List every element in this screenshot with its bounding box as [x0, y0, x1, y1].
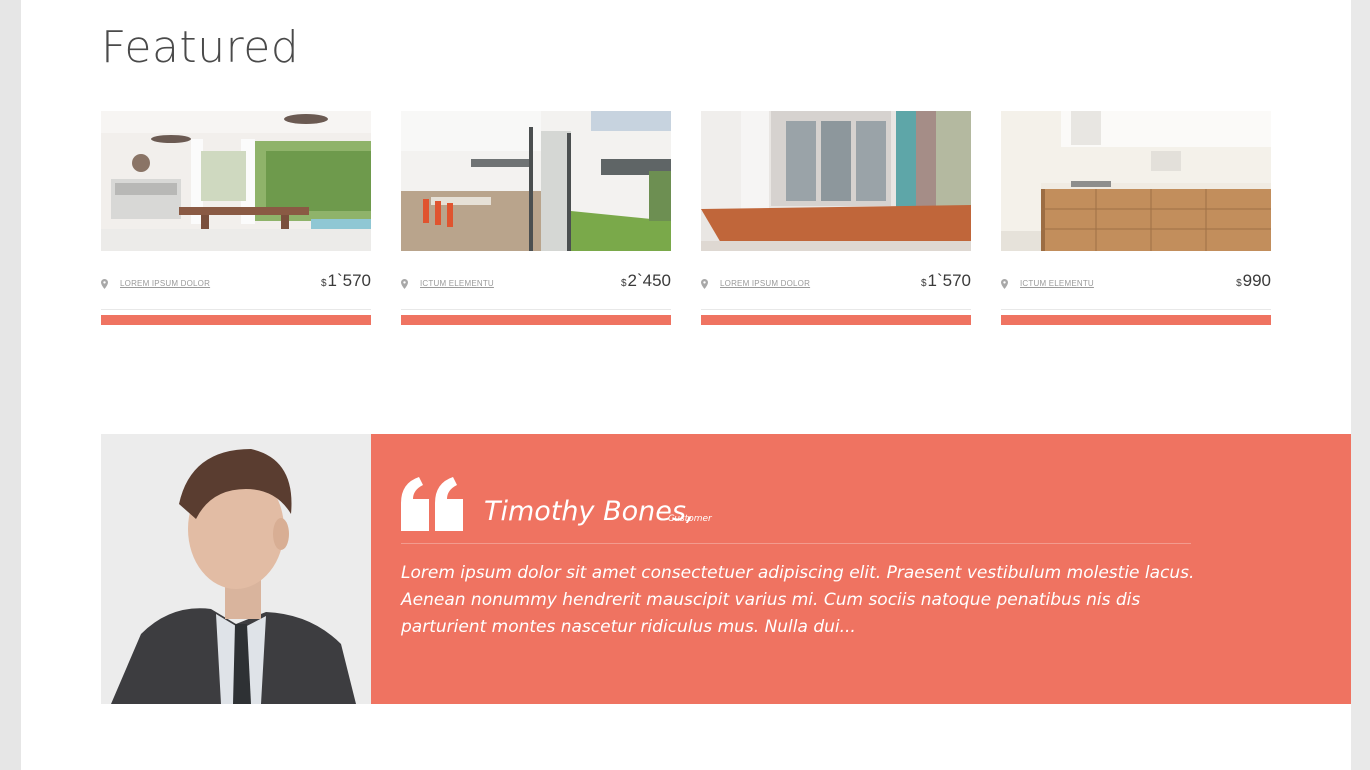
map-pin-icon [1001, 279, 1008, 289]
divider [401, 543, 1191, 544]
page-gutter [1351, 0, 1370, 770]
listing-card[interactable]: LOREM IPSUM DOLOR $1`570 [101, 111, 371, 325]
map-pin-icon [101, 279, 108, 289]
listing-photo[interactable] [401, 111, 671, 251]
listing-card[interactable]: LOREM IPSUM DOLOR $1`570 [701, 111, 971, 325]
testimonial-author-role: Customer [668, 514, 712, 524]
listing-card[interactable]: ICTUM ELEMENTU $2`450 [401, 111, 671, 325]
price-value: 990 [1242, 271, 1271, 290]
currency-symbol: $ [1236, 278, 1242, 289]
listing-price: $990 [1236, 271, 1271, 291]
listing-price: $1`570 [321, 271, 371, 291]
listing-photo[interactable] [101, 111, 371, 251]
listing-card[interactable]: ICTUM ELEMENTU $990 [1001, 111, 1271, 325]
map-pin-icon [401, 279, 408, 289]
listing-photo[interactable] [701, 111, 971, 251]
currency-symbol: $ [620, 278, 627, 289]
featured-listings: LOREM IPSUM DOLOR $1`570 ICTUM ELEMENTU … [101, 111, 1271, 331]
listing-accent-bar[interactable] [401, 315, 671, 325]
testimonial-text: Lorem ipsum dolor sit amet consectetuer … [401, 563, 1195, 637]
currency-symbol: $ [320, 278, 327, 289]
price-value: 1`570 [327, 271, 371, 290]
price-value: 1`570 [927, 271, 971, 290]
listing-photo[interactable] [1001, 111, 1271, 251]
currency-symbol: $ [920, 278, 927, 289]
quote-icon [401, 477, 463, 531]
listing-price: $2`450 [621, 271, 671, 291]
map-pin-icon [701, 279, 708, 289]
listing-price: $1`570 [921, 271, 971, 291]
listing-meta: ICTUM ELEMENTU $990 [1001, 271, 1271, 310]
listing-meta: LOREM IPSUM DOLOR $1`570 [701, 271, 971, 310]
price-value: 2`450 [627, 271, 671, 290]
listing-meta: LOREM IPSUM DOLOR $1`570 [101, 271, 371, 310]
listing-accent-bar[interactable] [101, 315, 371, 325]
listing-location-link[interactable]: LOREM IPSUM DOLOR [120, 279, 210, 288]
testimonial-author: Timothy Bones, [484, 496, 695, 527]
testimonial-quote-box: Timothy Bones, Customer Lorem ipsum dolo… [371, 434, 1351, 704]
listing-accent-bar[interactable] [1001, 315, 1271, 325]
listing-location-link[interactable]: ICTUM ELEMENTU [1020, 279, 1094, 288]
listing-accent-bar[interactable] [701, 315, 971, 325]
section-title: Featured [101, 22, 300, 73]
customer-portrait [101, 434, 371, 704]
listing-meta: ICTUM ELEMENTU $2`450 [401, 271, 671, 310]
page: Featured LOREM IPSUM DOLOR $1`570 ICTUM … [21, 0, 1351, 770]
testimonial-section: Timothy Bones, Customer Lorem ipsum dolo… [101, 434, 1351, 704]
listing-location-link[interactable]: LOREM IPSUM DOLOR [720, 279, 810, 288]
listing-location-link[interactable]: ICTUM ELEMENTU [420, 279, 494, 288]
